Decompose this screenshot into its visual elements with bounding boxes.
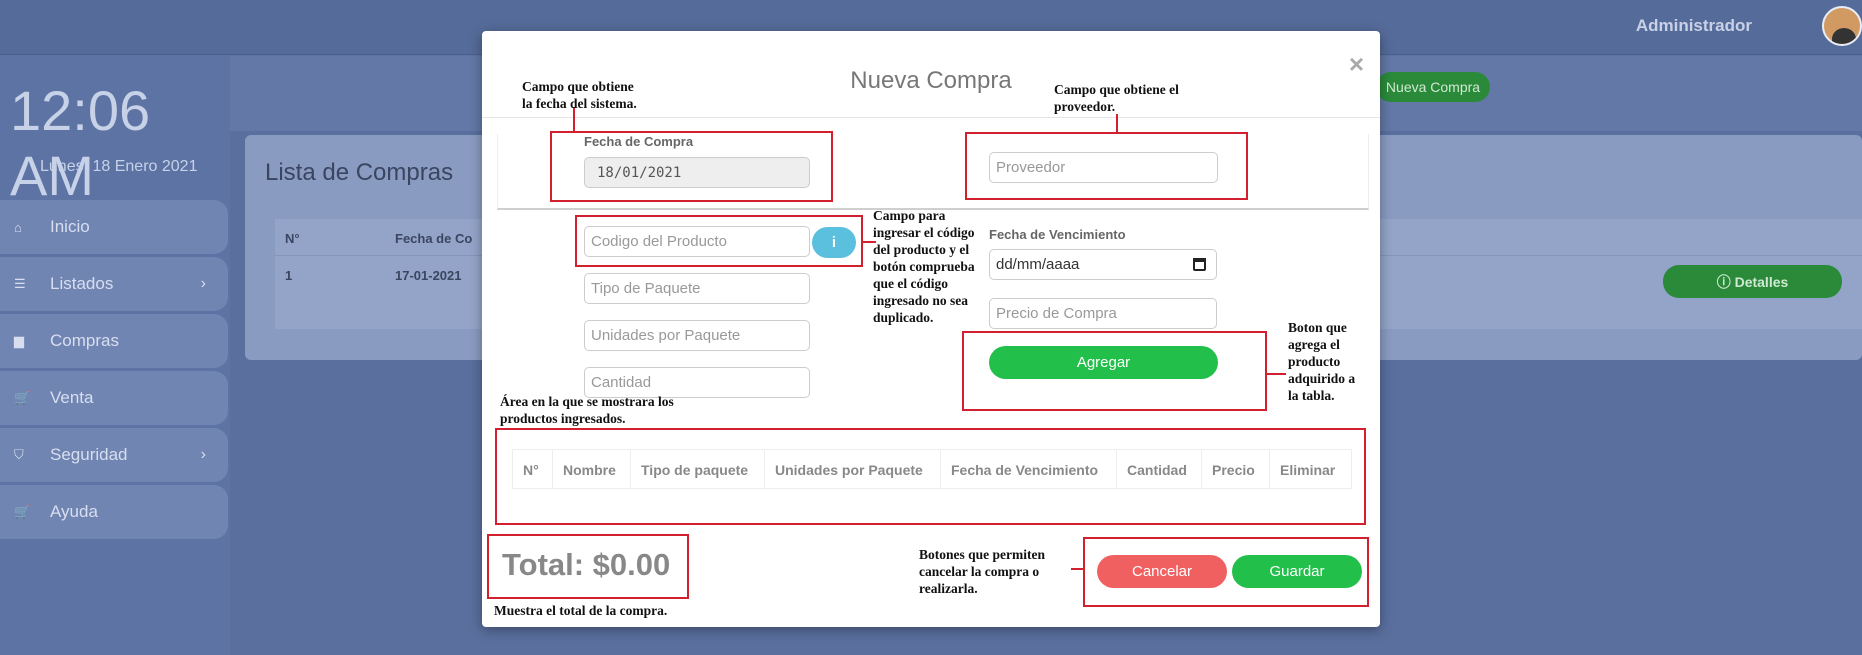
details-button[interactable]: ⓘ Detalles — [1663, 265, 1842, 298]
annotation-box-fecha — [550, 131, 833, 202]
fecha-vencimiento-label: Fecha de Vencimiento — [989, 227, 1126, 242]
date-value: dd/mm/aaaa — [996, 256, 1080, 273]
tipo-paquete-input[interactable]: Tipo de Paquete — [584, 273, 810, 304]
column-header: N° — [285, 231, 300, 246]
sidebar-item-label: Listados — [50, 274, 114, 293]
annotation-box-codigo — [575, 215, 863, 267]
annotation-proveedor: Campo que obtiene el proveedor. — [1054, 82, 1179, 114]
chevron-right-icon: › — [200, 275, 206, 292]
sidebar-item-listados[interactable]: ☰ Listados › — [0, 257, 228, 311]
cart-icon: 🛒 — [14, 504, 31, 519]
user-name[interactable]: Administrador — [1636, 16, 1752, 36]
clock: 12:06 AM — [10, 79, 151, 207]
annotation-line — [1116, 114, 1118, 132]
sidebar-item-inicio[interactable]: ⌂ Inicio — [0, 200, 228, 254]
annotation-botones: Botones que permiten cancelar la compra o… — [919, 547, 1045, 596]
calendar-icon[interactable] — [1193, 258, 1206, 271]
annotation-box-total — [487, 534, 689, 599]
cart-icon: 🛒 — [14, 390, 31, 405]
avatar[interactable] — [1822, 6, 1862, 46]
column-header: Fecha de Co — [395, 231, 473, 246]
sidebar-item-label: Ayuda — [50, 502, 98, 521]
sidebar-item-label: Inicio — [50, 217, 90, 236]
annotation-line — [1267, 373, 1286, 375]
annotation-box-area — [495, 428, 1366, 525]
current-date: Lunes, 18 Enero 2021 — [40, 158, 198, 175]
sidebar: 12:06 AM Lunes, 18 Enero 2021 ⌂ Inicio ☰… — [0, 56, 230, 655]
list-title: Lista de Compras — [265, 159, 454, 186]
fecha-vencimiento-input[interactable]: dd/mm/aaaa — [989, 249, 1217, 280]
annotation-codigo: Campo para ingresar el código del producto… — [873, 208, 975, 325]
new-purchase-button[interactable]: Nueva Compra — [1376, 72, 1490, 102]
annotation-fecha: Campo que obtiene la fecha del sistema. — [522, 79, 637, 111]
home-icon: ⌂ — [14, 219, 22, 235]
unidades-paquete-input[interactable]: Unidades por Paquete — [584, 320, 810, 351]
sidebar-item-label: Compras — [50, 331, 119, 350]
sidebar-item-seguridad[interactable]: ⛉ Seguridad › — [0, 428, 228, 482]
divider — [482, 117, 1380, 118]
chevron-right-icon: › — [200, 446, 206, 463]
annotation-agregar: Boton que agrega el producto adquirido a la … — [1288, 320, 1356, 403]
list-icon: ☰ — [14, 276, 26, 291]
annotation-box-botones — [1083, 537, 1369, 607]
annotation-box-agregar — [962, 331, 1267, 411]
briefcase-icon: ▆ — [14, 333, 24, 348]
annotation-total: Muestra el total de la compra. — [494, 603, 668, 618]
sidebar-item-label: Venta — [50, 388, 94, 407]
annotation-box-proveedor — [965, 132, 1248, 200]
sidebar-item-venta[interactable]: 🛒 Venta — [0, 371, 228, 425]
precio-compra-input[interactable]: Precio de Compra — [989, 298, 1217, 329]
sidebar-item-ayuda[interactable]: 🛒 Ayuda — [0, 485, 228, 539]
sidebar-item-compras[interactable]: ▆ Compras — [0, 314, 228, 368]
row-date: 17-01-2021 — [395, 268, 462, 283]
annotation-area: Área en la que se mostrara los productos … — [500, 394, 674, 426]
row-number: 1 — [285, 268, 293, 283]
sidebar-item-label: Seguridad — [50, 445, 128, 464]
shield-icon: ⛉ — [14, 447, 24, 462]
